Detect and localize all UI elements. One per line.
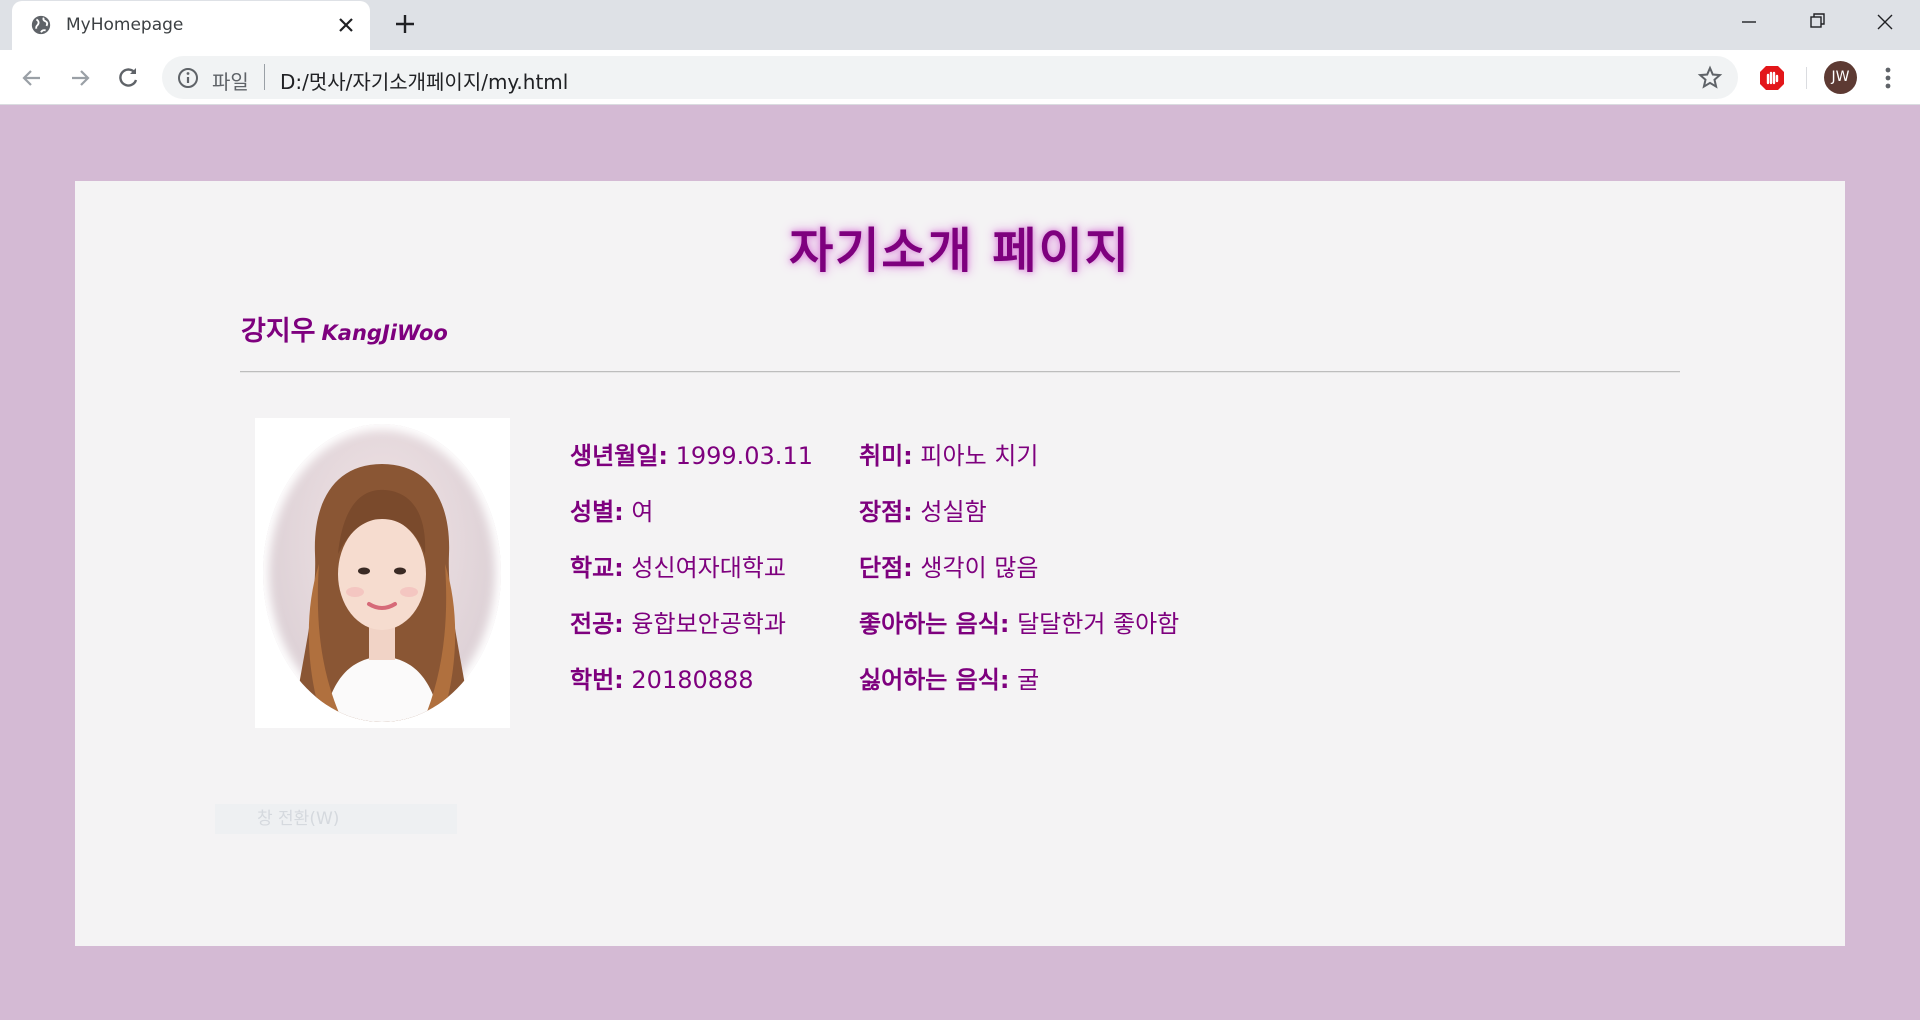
page-title: 자기소개 페이지 [789,223,1131,279]
forward-arrow-icon[interactable] [66,64,94,92]
info-key: 장점: [859,498,913,526]
info-major: 전공: 융합보안공학과 [570,604,813,660]
info-value: 융합보안공학과 [631,610,786,638]
intro-card: 자기소개 페이지 강지우KangJiWoo 생년월일: 1999.03.11 [75,181,1845,946]
back-arrow-icon[interactable] [18,64,46,92]
tab-title: MyHomepage [66,15,184,35]
info-value: 여 [631,498,654,526]
info-value: 피아노 치기 [920,442,1039,470]
name-heading: 강지우 KangJiWoo [241,309,448,348]
info-value: 성실함 [920,498,987,526]
site-info-icon[interactable] [176,66,200,90]
globe-icon [31,15,51,35]
info-key: 싫어하는 음식: [859,666,1010,694]
info-key: 전공: [570,610,624,638]
toolbar-divider [1806,67,1807,89]
info-key: 학번: [570,666,624,694]
profile-photo [255,418,510,728]
new-tab-plus-icon[interactable] [392,11,418,37]
bookmark-star-icon[interactable] [1697,65,1723,91]
name-korean: 강지우 [241,316,316,347]
info-value: 1999.03.11 [675,442,813,470]
browser-toolbar: 파일 D:/멋사/자기소개페이지/my.html JW [0,50,1920,105]
info-key: 생년월일: [570,442,668,470]
info-value: 생각이 많음 [920,554,1039,582]
info-student-id: 학번: 20180888 [570,660,813,716]
info-key: 취미: [859,442,913,470]
info-school: 학교: 성신여자대학교 [570,548,813,604]
adblock-extension-icon[interactable] [1757,63,1787,93]
info-column-right: 취미: 피아노 치기 장점: 성실함 단점: 생각이 많음 좋아하는 음식: 달… [859,436,1179,716]
info-favorite-food: 좋아하는 음식: 달달한거 좋아함 [859,604,1179,660]
info-hobby: 취미: 피아노 치기 [859,436,1179,492]
name-english: KangJiWoo [321,321,448,345]
faded-switch-window-button[interactable]: 창 전환(W) [215,804,457,834]
url-text[interactable]: D:/멋사/자기소개페이지/my.html [280,66,568,95]
info-strength: 장점: 성실함 [859,492,1179,548]
info-key: 좋아하는 음식: [859,610,1010,638]
horizontal-rule [240,371,1680,373]
info-value: 달달한거 좋아함 [1017,610,1180,638]
close-tab-icon[interactable] [334,13,358,37]
info-value: 굴 [1017,666,1040,694]
minimize-window-icon[interactable] [1732,8,1766,36]
close-window-icon[interactable] [1868,8,1902,36]
info-key: 학교: [570,554,624,582]
info-key: 단점: [859,554,913,582]
browser-tab[interactable]: MyHomepage [12,1,370,50]
info-weakness: 단점: 생각이 많음 [859,548,1179,604]
portrait-illustration [293,464,471,722]
profile-photo-oval [263,424,501,722]
info-birthdate: 생년월일: 1999.03.11 [570,436,813,492]
reload-icon[interactable] [114,64,142,92]
info-disliked-food: 싫어하는 음식: 굴 [859,660,1179,716]
profile-avatar[interactable]: JW [1824,61,1857,94]
browser-titlebar: MyHomepage [0,0,1920,50]
url-scheme-label: 파일 [212,70,249,94]
info-column-left: 생년월일: 1999.03.11 성별: 여 학교: 성신여자대학교 전공: 융… [570,436,813,716]
info-value: 성신여자대학교 [631,554,786,582]
address-bar[interactable]: 파일 D:/멋사/자기소개페이지/my.html [162,56,1738,99]
more-menu-icon[interactable] [1874,63,1902,93]
url-separator [264,64,265,90]
info-gender: 성별: 여 [570,492,813,548]
info-value: 20180888 [631,666,754,694]
restore-window-icon[interactable] [1800,8,1834,36]
info-key: 성별: [570,498,624,526]
